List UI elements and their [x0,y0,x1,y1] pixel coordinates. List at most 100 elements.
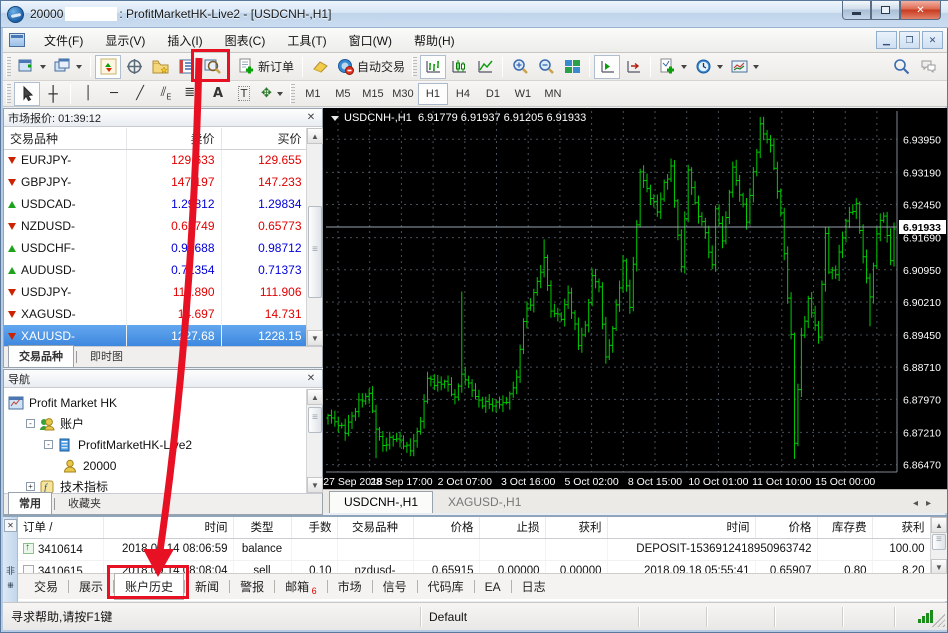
scroll-up-icon[interactable]: ▲ [931,517,947,533]
market-watch-row-eurjpy[interactable]: EURJPY-129.633129.655 [4,149,306,171]
terminal-col-8[interactable]: 时间 [607,517,755,538]
terminal-row-3410614[interactable]: 34106142018.09.14 08:06:59balanceDEPOSIT… [18,538,930,560]
terminal-col-11[interactable]: 获利 [872,517,930,538]
scroll-down-icon[interactable]: ▼ [307,477,323,493]
terminal-close-icon[interactable]: ✕ [4,519,17,532]
zoom-out-button[interactable] [533,55,559,79]
chart-tab-1[interactable]: XAGUSD-,H1 [433,491,536,513]
terminal-tab-4[interactable]: 警报 [230,574,274,599]
timeframe-d1[interactable]: D1 [478,83,508,105]
market-watch-row-xauusd[interactable]: XAUUSD-1227.681228.15 [4,325,306,346]
ticker-icon[interactable]: 非 [4,565,17,577]
toolbar-grip[interactable] [412,57,417,77]
toolbar-grip[interactable] [290,84,295,104]
indicators-button[interactable] [655,55,691,79]
market-watch-row-nzdusd[interactable]: NZDUSD-0.657490.65773 [4,215,306,237]
terminal-tab-8[interactable]: 代码库 [418,574,474,599]
market-watch-button[interactable] [95,55,121,79]
fibonacci-tool-button[interactable]: ≣F [179,82,205,106]
scroll-up-icon[interactable]: ▲ [307,128,323,144]
terminal-tab-7[interactable]: 信号 [373,574,417,599]
collapse-icon[interactable]: - [26,419,35,428]
terminal-tab-0[interactable]: 交易 [24,574,68,599]
terminal-col-3[interactable]: 手数 [291,517,337,538]
timeframe-m15[interactable]: M15 [358,83,388,105]
menu-t[interactable]: 工具(T) [276,28,337,53]
terminal-col-4[interactable]: 交易品种 [337,517,413,538]
mw-col-bid[interactable]: 卖价 [126,128,221,149]
navigator-item-3[interactable]: 20000 [8,455,306,476]
restore-button[interactable] [871,1,900,20]
market-watch-row-xagusd[interactable]: XAGUSD-14.69714.731 [4,303,306,325]
terminal-tab-10[interactable]: 日志 [512,574,556,599]
mw-col-symbol[interactable]: 交易品种 [4,128,126,149]
chevron-down-icon[interactable] [331,116,339,121]
menu-i[interactable]: 插入(I) [156,28,213,53]
periods-button[interactable] [691,55,727,79]
metaeditor-button[interactable] [307,55,333,79]
navigator-item-2[interactable]: -ProfitMarketHK-Live2 [8,434,306,455]
chart-window[interactable]: USDCNH-,H1 6.91779 6.91937 6.91205 6.919… [323,108,947,489]
terminal-button[interactable] [173,55,199,79]
zoom-in-button[interactable] [507,55,533,79]
terminal-col-5[interactable]: 价格 [413,517,479,538]
market-watch-row-audusd[interactable]: AUDUSD-0.713540.71373 [4,259,306,281]
terminal-col-6[interactable]: 止损 [479,517,545,538]
terminal-col-9[interactable]: 价格 [755,517,817,538]
resize-grip[interactable] [932,614,945,627]
trendline-tool-button[interactable]: ╱ [127,82,153,106]
crosshair-tool-button[interactable]: ┼ [40,82,66,106]
cursor-tool-button[interactable] [14,82,40,106]
menu-v[interactable]: 显示(V) [94,28,156,53]
menu-h[interactable]: 帮助(H) [403,28,466,53]
vertical-line-tool-button[interactable]: │ [75,82,101,106]
scrollbar-thumb[interactable] [308,407,322,433]
terminal-tab-9[interactable]: EA [475,576,511,598]
timeframe-mn[interactable]: MN [538,83,568,105]
autotrading-button[interactable]: 自动交易 [333,55,409,79]
templates-button[interactable] [727,55,763,79]
new-order-button[interactable]: 新订单 [234,55,298,79]
navigator-item-1[interactable]: -账户 [8,413,306,434]
horizontal-line-tool-button[interactable]: ─ [101,82,127,106]
market-watch-row-usdcad[interactable]: USDCAD-1.298121.29834 [4,193,306,215]
new-chart-button[interactable] [14,55,50,79]
child-minimize-button[interactable]: ▁ [876,31,897,49]
navigator-item-4[interactable]: +f技术指标 [8,476,306,493]
scroll-up-icon[interactable]: ▲ [307,389,323,405]
data-window-button[interactable] [121,55,147,79]
community-chat-icon[interactable] [920,58,937,75]
child-close-button[interactable]: ✕ [922,31,943,49]
close-icon[interactable]: ✕ [304,112,318,123]
candlestick-chart[interactable]: 6.939506.931906.924506.916906.909506.902… [323,108,947,489]
chart-shift-button[interactable] [620,55,646,79]
terminal-tab-6[interactable]: 市场 [328,574,372,599]
tab-scroll-left-icon[interactable]: ◂ [913,498,926,509]
profiles-button[interactable] [50,55,86,79]
timeframe-m30[interactable]: M30 [388,83,418,105]
scroll-down-icon[interactable]: ▼ [307,330,323,346]
child-restore-button[interactable]: ❐ [899,31,920,49]
search-icon[interactable] [893,58,910,75]
market-watch-scrollbar[interactable]: ▲ ▼ [306,128,322,346]
chart-tab-0[interactable]: USDCNH-,H1 [329,491,433,513]
channel-tool-button[interactable]: ⫽E [153,82,179,106]
tab-scroll-right-icon[interactable]: ▸ [926,498,939,509]
bar-chart-mode-button[interactable] [420,55,446,79]
terminal-col-10[interactable]: 库存费 [817,517,872,538]
auto-scroll-button[interactable] [594,55,620,79]
terminal-col-2[interactable]: 类型 [233,517,291,538]
minimize-button[interactable] [842,1,871,20]
navigator-tab-0[interactable]: 常用 [8,492,52,514]
market-watch-row-gbpjpy[interactable]: GBPJPY-147.197147.233 [4,171,306,193]
market-watch-header[interactable]: 市场报价: 01:39:12✕ [4,109,322,127]
terminal-tab-1[interactable]: 展示 [69,574,113,599]
terminal-tab-2[interactable]: 账户历史 [114,573,184,600]
text-label-tool-button[interactable]: T [231,82,257,106]
toolbar-grip[interactable] [6,84,11,104]
terminal-tab-5[interactable]: 邮箱 6 [275,574,327,600]
navigator-header[interactable]: 导航✕ [4,370,322,388]
scrollbar-thumb[interactable] [308,206,322,298]
terminal-tab-3[interactable]: 新闻 [185,574,229,599]
line-chart-mode-button[interactable] [472,55,498,79]
